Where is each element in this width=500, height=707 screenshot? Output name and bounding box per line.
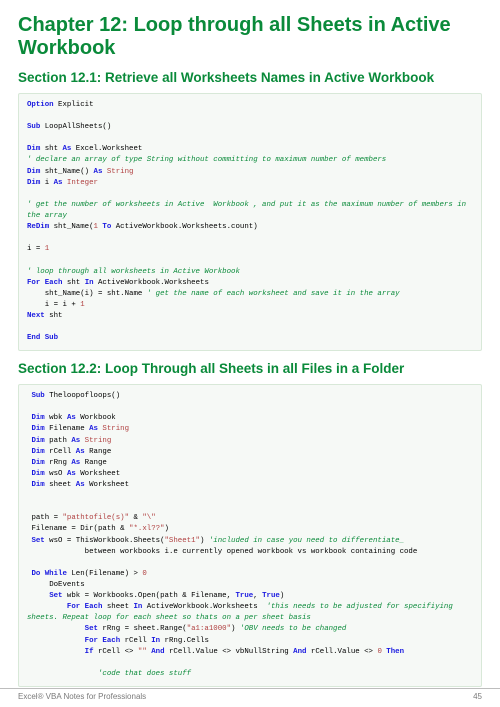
footer-page-number: 45 (473, 692, 482, 701)
section-title-12-1: Section 12.1: Retrieve all Worksheets Na… (18, 70, 482, 87)
page-footer: Excel® VBA Notes for Professionals 45 (0, 688, 500, 701)
code-block-1: Option Explicit Sub LoopAllSheets() Dim … (18, 93, 482, 351)
chapter-title: Chapter 12: Loop through all Sheets in A… (18, 14, 482, 60)
footer-left: Excel® VBA Notes for Professionals (18, 692, 146, 701)
section-title-12-2: Section 12.2: Loop Through all Sheets in… (18, 361, 482, 378)
code-block-2: Sub Theloopofloops() Dim wbk As Workbook… (18, 384, 482, 687)
